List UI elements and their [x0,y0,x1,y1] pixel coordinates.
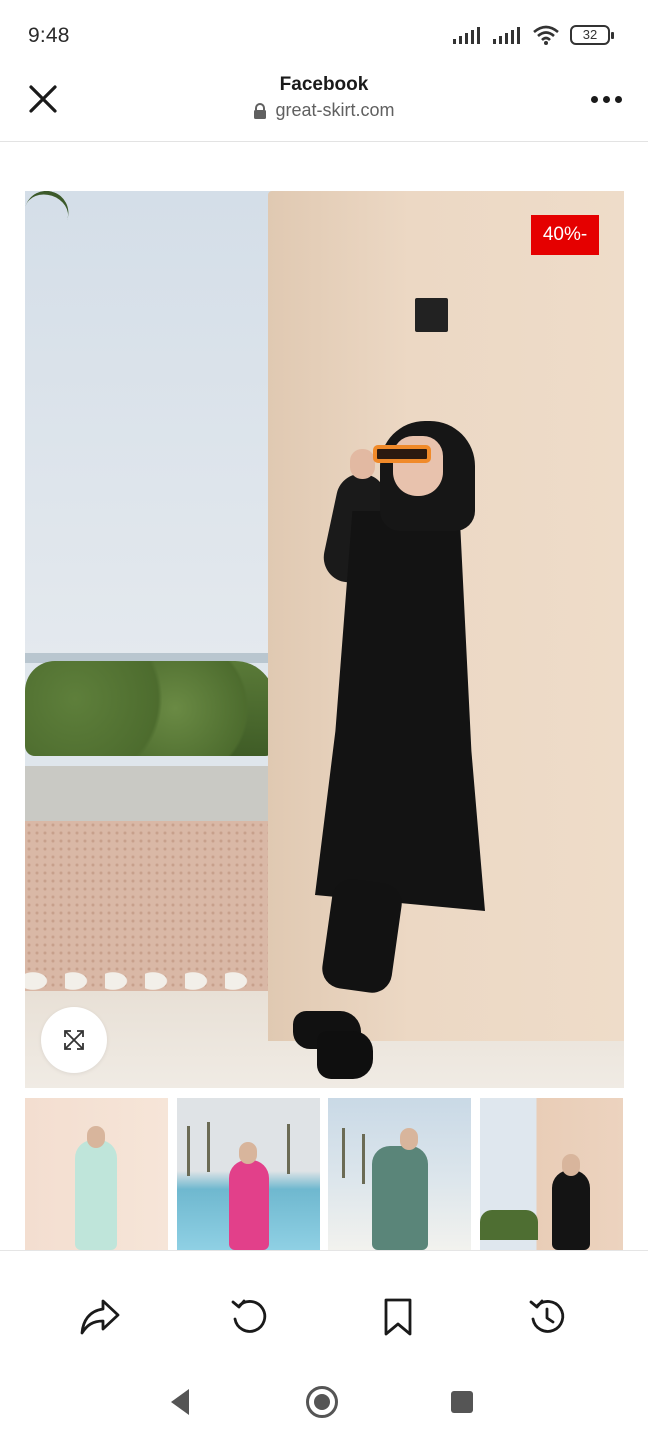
expand-icon [64,1030,84,1050]
battery-icon: 32 [570,25,614,45]
thumbnail-black-outfit[interactable] [480,1098,623,1250]
refresh-button[interactable] [227,1295,271,1339]
battery-level: 32 [582,27,598,42]
home-button[interactable] [304,1384,340,1420]
more-options-icon [614,95,622,103]
browser-header: Facebook great-skirt.com [0,70,648,142]
recents-button[interactable] [444,1384,480,1420]
model-hand [350,449,375,479]
product-main-image[interactable]: 40%- [25,191,624,1088]
back-button[interactable] [162,1384,198,1420]
recents-icon [451,1391,473,1413]
thumbnail-model [372,1146,428,1250]
wall-lamp [415,298,448,332]
thumbnail-model-head [239,1142,257,1164]
lock-icon [254,102,267,119]
model-sunglasses [373,445,431,463]
header-title-block: Facebook great-skirt.com [0,74,648,121]
expand-button[interactable] [41,1007,107,1073]
walkway [25,766,270,826]
thumbnail-pink-outfit[interactable] [177,1098,320,1250]
page-title: Facebook [279,74,369,95]
palm-tree [187,1126,190,1176]
back-icon [171,1389,189,1415]
signal-icon [493,27,520,44]
wifi-icon [533,25,559,45]
palm-tree [342,1128,345,1178]
bookmark-button[interactable] [376,1295,420,1339]
status-time: 9:48 [28,24,70,47]
status-bar: 9:48 32 [0,0,648,70]
thumbnail-model [229,1160,269,1250]
share-icon [80,1299,120,1335]
thumbnail-green-outfit[interactable] [328,1098,471,1250]
system-nav-bar [0,1368,648,1440]
hedge [480,1210,538,1240]
more-options-button[interactable] [586,84,626,114]
url-row[interactable]: great-skirt.com [0,100,648,121]
model-sandal [317,1031,373,1079]
bookmark-icon [384,1298,412,1336]
palm-tree [287,1124,290,1174]
home-icon [306,1386,338,1418]
thumbnail-strip [25,1098,648,1250]
more-options-icon [590,95,598,103]
history-button[interactable] [525,1295,569,1339]
thumbnail-model [552,1170,590,1250]
palm-tree [362,1134,365,1184]
status-icons: 32 [452,24,614,46]
share-button[interactable] [78,1295,122,1339]
palm-tree [207,1122,210,1172]
refresh-icon [231,1299,267,1333]
sky [25,191,285,661]
url-text: great-skirt.com [275,100,395,120]
thumbnail-model [75,1140,117,1250]
signal-icon [453,27,480,44]
thumbnail-model-head [87,1126,105,1148]
history-icon [529,1299,565,1333]
bottom-toolbar [0,1250,648,1368]
thumbnail-model-head [400,1128,418,1150]
discount-badge: 40%- [531,215,599,255]
more-options-icon [602,95,610,103]
bushes [25,661,275,756]
thumbnail-mint-outfit[interactable] [25,1098,168,1250]
thumbnail-model-head [562,1154,580,1176]
